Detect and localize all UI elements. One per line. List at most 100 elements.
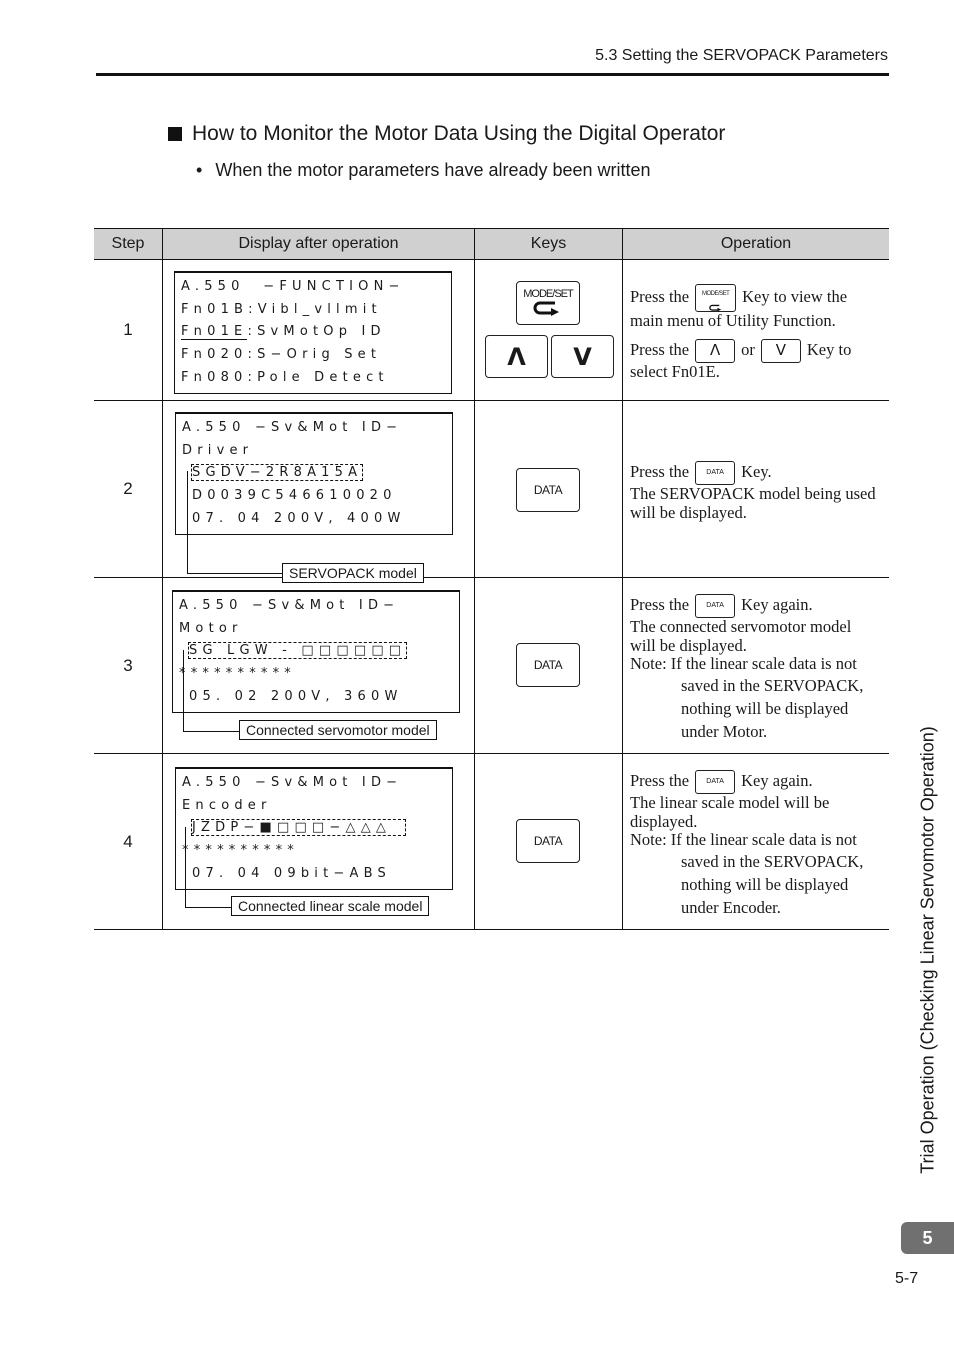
inline-data-key: DATA <box>695 461 736 485</box>
table-row: 2 A.550 −Sv&Mot ID− Driver SGDV−2R8A15A D00… <box>94 400 889 583</box>
lcd-line: Encoder <box>182 797 272 813</box>
subtitle: • When the motor parameters have already… <box>196 160 651 181</box>
lcd-line: Fn020:S−Orig Set <box>181 347 382 363</box>
operation-description: The connected servomotor model will be d… <box>630 617 852 655</box>
display-cell: A.550 −FUNCTION− Fn01B:Vibl_vllmit Fn01E:S… <box>162 259 475 401</box>
operation-cell: Press the DATA Key again. The linear scale… <box>622 753 889 930</box>
step-number: 3 <box>94 577 163 754</box>
note-line: nothing will be displayed <box>681 698 849 718</box>
op-text: Press the <box>630 286 690 306</box>
selected-function: Fn01E <box>181 324 248 341</box>
operation-text: Press the DATA Key. The SERVOPACK model be… <box>623 461 889 522</box>
operation-note: Note: If the linear scale data is not <box>630 654 881 674</box>
lcd-line: A.550 −Sv&Mot ID− <box>182 775 403 790</box>
operation-text: Press the DATA Key again. The connected se… <box>623 594 889 743</box>
header-step: Step <box>94 228 163 260</box>
inline-mode-set-key: MODE/SET <box>695 284 737 312</box>
operation-paragraph: Press the Λor V Key to select Fn01E. <box>630 338 881 382</box>
note-line: under Motor. <box>681 721 768 741</box>
steps-table: Step Display after operation Keys Operat… <box>94 228 889 930</box>
inline-data-key: DATA <box>695 770 736 794</box>
data-key[interactable]: DATA <box>516 819 580 863</box>
up-arrow-icon: Λ <box>507 342 526 371</box>
data-key[interactable]: DATA <box>516 468 580 512</box>
step-number: 2 <box>94 400 163 578</box>
lcd-line: Fn080:Pole Detect <box>181 369 389 385</box>
note-text: If the linear scale data is not <box>670 830 857 849</box>
operation-text: Press the MODE/SET Key to view the main me… <box>623 284 889 381</box>
down-arrow-icon: V <box>775 341 786 360</box>
page-number: 5-7 <box>895 1270 919 1287</box>
enter-return-icon <box>708 304 721 311</box>
note-text: If the linear scale data is not <box>670 654 857 673</box>
display-cell: A.550 −Sv&Mot ID− Motor SG LGW - □□□□□□ ***… <box>162 577 475 754</box>
running-head: 5.3 Setting the SERVOPACK Parameters <box>595 47 888 64</box>
display-cell: A.550 −Sv&Mot ID− Encoder JZDP−■□□□−△△△ ***… <box>162 753 475 930</box>
header-keys: Keys <box>474 228 623 260</box>
bullet-icon: • <box>196 160 203 180</box>
table-header-row: Step Display after operation Keys Operat… <box>94 228 889 260</box>
up-key[interactable]: Λ <box>485 335 548 378</box>
inline-up-key: Λ <box>695 338 736 363</box>
down-arrow-icon: V <box>573 342 592 371</box>
subtitle-text: When the motor parameters have already b… <box>215 160 651 180</box>
callout-leader-line <box>187 471 283 574</box>
callout-leader-line <box>185 827 232 908</box>
op-text: Key again. <box>741 770 813 790</box>
lcd-line: A.550 −FUNCTION− <box>181 279 405 294</box>
inline-down-key: V <box>760 338 801 363</box>
keys-cell: DATA <box>474 577 623 754</box>
down-key[interactable]: V <box>551 335 614 378</box>
keys-cell: DATA <box>474 400 623 578</box>
header-rule <box>96 73 889 76</box>
table-row: 1 A.550 −FUNCTION− Fn01B:Vibl_vllmit Fn01E… <box>94 259 889 401</box>
inline-data-key: DATA <box>695 594 736 618</box>
mode-set-label: MODE/SET <box>523 288 573 300</box>
operation-cell: Press the MODE/SET Key to view the main me… <box>622 259 889 401</box>
lcd-line-rest: :SvMotOp ID <box>247 324 386 340</box>
mode-set-key[interactable]: MODE/SET <box>516 281 580 325</box>
data-key-label: DATA <box>533 658 563 672</box>
inline-key-label: DATA <box>706 777 724 785</box>
operation-paragraph: Press the MODE/SET Key to view the main me… <box>630 284 881 331</box>
operation-description: The linear scale model will be displayed… <box>630 793 830 831</box>
lcd-line: Motor <box>179 620 243 636</box>
lcd-line: Fn01E:SvMotOp ID <box>181 321 445 344</box>
lcd-line: A.550 −Sv&Mot ID− <box>179 598 400 613</box>
note-line: saved in the SERVOPACK, <box>681 851 864 871</box>
section-title-text: How to Monitor the Motor Data Using the … <box>192 122 726 145</box>
note-line: saved in the SERVOPACK, <box>681 675 864 695</box>
section-title: How to Monitor the Motor Data Using the … <box>168 122 725 146</box>
callout-leader-line <box>183 650 240 732</box>
data-key-label: DATA <box>533 483 563 497</box>
step-number: 1 <box>94 259 163 401</box>
op-text: Press the <box>630 339 690 359</box>
table-row: 3 A.550 −Sv&Mot ID− Motor SG LGW - □□□□□□ *… <box>94 577 889 754</box>
linear-scale-model-callout: Connected linear scale model <box>231 896 430 916</box>
chapter-tab: 5 <box>901 1222 954 1254</box>
data-key[interactable]: DATA <box>516 643 580 687</box>
note-line: nothing will be displayed <box>681 874 849 894</box>
data-key-label: DATA <box>533 834 563 848</box>
op-text: Key again. <box>741 594 813 614</box>
op-text: Press the <box>630 770 690 790</box>
header-display: Display after operation <box>162 228 475 260</box>
up-arrow-icon: Λ <box>709 341 721 360</box>
step-number: 4 <box>94 753 163 930</box>
op-text: or <box>741 339 755 359</box>
table-row: 4 A.550 −Sv&Mot ID− Encoder JZDP−■□□□−△△△ *… <box>94 753 889 930</box>
inline-key-label: DATA <box>706 468 724 476</box>
header-operation: Operation <box>622 228 889 260</box>
operation-paragraph: Press the DATA Key again. <box>630 770 881 794</box>
square-bullet-icon <box>168 127 182 141</box>
operation-paragraph: Press the DATA Key. <box>630 461 881 485</box>
lcd-line: Driver <box>182 442 254 458</box>
keys-cell: MODE/SET Λ V <box>474 259 623 401</box>
note-label: Note: <box>630 654 667 673</box>
display-cell: A.550 −Sv&Mot ID− Driver SGDV−2R8A15A D0039… <box>162 400 475 583</box>
keys-cell: DATA <box>474 753 623 930</box>
chapter-side-title: Trial Operation (Checking Linear Servomo… <box>917 726 938 1174</box>
servomotor-model-callout: Connected servomotor model <box>239 720 437 740</box>
operation-paragraph: Press the DATA Key again. <box>630 594 881 618</box>
op-text: Key. <box>741 461 772 481</box>
